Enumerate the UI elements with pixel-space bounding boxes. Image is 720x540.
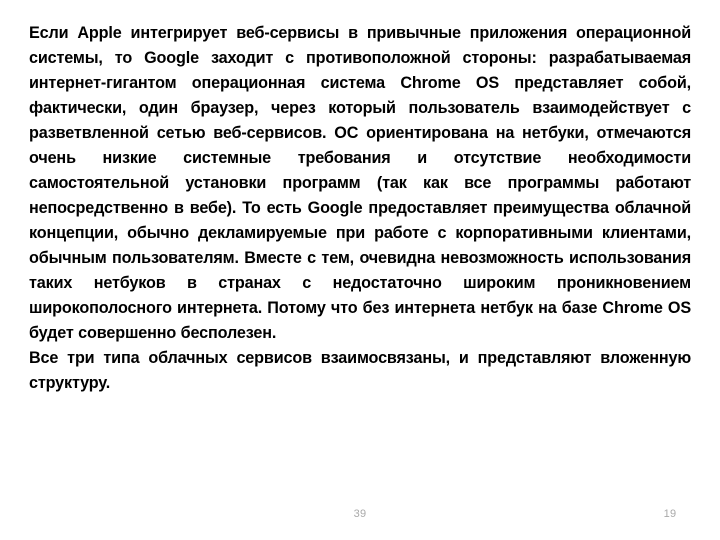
- slide-number: 39: [353, 508, 367, 520]
- slide-footer: 39 19: [0, 506, 720, 532]
- page-number: 19: [663, 508, 677, 520]
- body-paragraph-1: Если Apple интегрирует веб-сервисы в при…: [29, 24, 691, 342]
- body-paragraph-2: Все три типа облачных сервисов взаимосвя…: [29, 349, 691, 392]
- slide-canvas: Если Apple интегрирует веб-сервисы в при…: [0, 0, 720, 540]
- slide-body-text: Если Apple интегрирует веб-сервисы в при…: [29, 21, 691, 396]
